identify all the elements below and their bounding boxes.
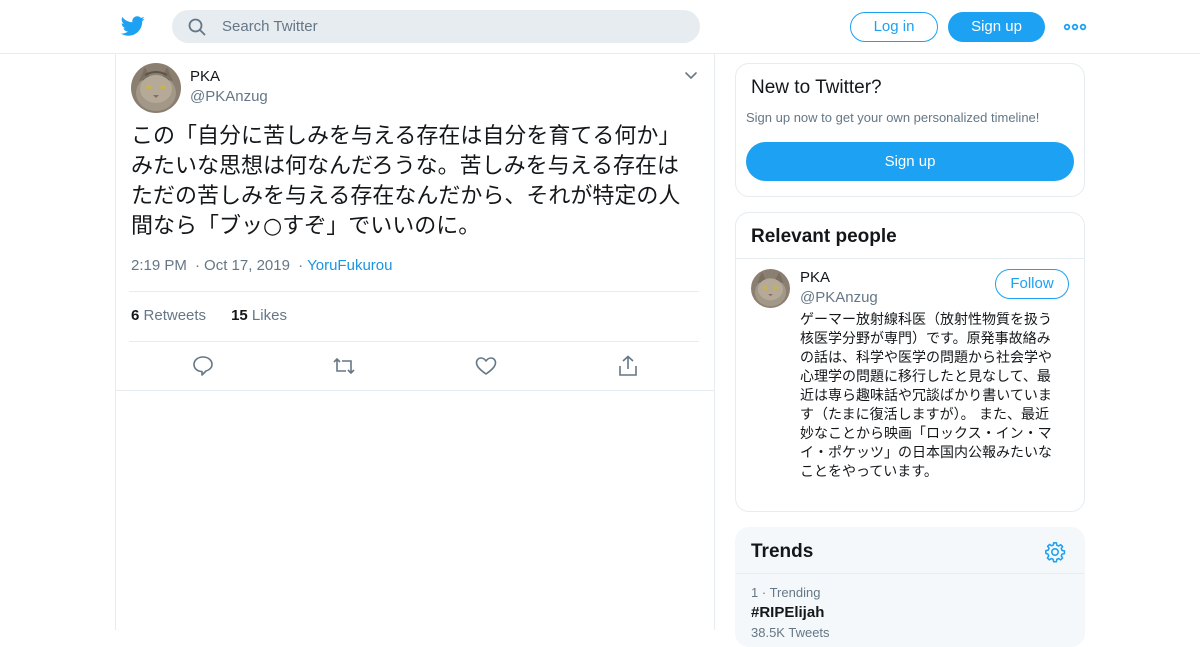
tweet-source-link[interactable]: YoruFukurou <box>307 257 392 274</box>
card-title: Relevant people <box>751 226 897 247</box>
author-handle[interactable]: @PKAnzug <box>190 88 268 105</box>
retweet-count: 6 <box>131 307 140 324</box>
person-name[interactable]: PKA <box>800 269 830 286</box>
chevron-down-icon[interactable] <box>684 68 698 82</box>
tweet-time[interactable]: 2:19 PM <box>131 257 187 274</box>
divider <box>129 341 699 342</box>
follow-button[interactable]: Follow <box>995 269 1069 299</box>
person-handle[interactable]: @PKAnzug <box>800 289 878 306</box>
retweet-stat[interactable]: 6 Retweets <box>131 307 206 324</box>
signup-button[interactable]: Sign up <box>948 12 1045 42</box>
signup-button-large[interactable]: Sign up <box>746 142 1074 181</box>
share-icon[interactable] <box>616 355 640 377</box>
like-icon[interactable] <box>474 355 498 377</box>
trend-tweet-count: 38.5K Tweets <box>751 625 830 640</box>
avatar[interactable] <box>751 269 790 308</box>
divider <box>129 291 699 292</box>
trend-meta: 1 · Trending <box>751 585 820 600</box>
more-dots-icon[interactable] <box>1063 17 1087 37</box>
like-stat[interactable]: 15 Likes <box>231 307 287 324</box>
gear-icon[interactable] <box>1044 541 1066 563</box>
divider <box>736 258 1084 259</box>
meta-separator: · <box>298 257 304 274</box>
trend-separator: · <box>761 585 767 600</box>
tweet-column: PKA @PKAnzug この「自分に苦しみを与える存在は自分を育てる何か」みた… <box>115 54 715 630</box>
retweet-icon[interactable] <box>332 355 356 377</box>
card-subtitle: Sign up now to get your own personalized… <box>746 110 1040 125</box>
login-button[interactable]: Log in <box>850 12 938 42</box>
search-input[interactable] <box>222 10 682 43</box>
tweet-metadata: 2:19 PM · Oct 17, 2019 · YoruFukurou <box>131 257 392 274</box>
like-label: Likes <box>251 307 287 324</box>
like-count: 15 <box>231 307 248 324</box>
retweet-label: Retweets <box>143 307 207 324</box>
card-title: Trends <box>751 541 814 562</box>
trend-label: Trending <box>769 585 821 600</box>
new-to-twitter-card: New to Twitter? Sign up now to get your … <box>735 63 1085 197</box>
tweet-stats: 6 Retweets 15 Likes <box>131 307 287 324</box>
person-bio: ゲーマー放射線科医（放射性物質を扱う核医学分野が専門）です。原発事故絡みの話は、… <box>800 312 1052 480</box>
search-box[interactable] <box>172 10 700 43</box>
meta-separator: · <box>195 257 201 274</box>
divider <box>116 390 714 391</box>
reply-icon[interactable] <box>191 355 215 377</box>
divider <box>736 573 1084 574</box>
trend-hashtag-link[interactable]: #RIPElijah <box>751 604 824 621</box>
trends-card: Trends 1 · Trending #RIPElijah 38.5K Twe… <box>735 527 1085 647</box>
trend-rank: 1 <box>751 585 759 600</box>
twitter-bird-icon[interactable] <box>120 14 146 38</box>
tweet-text: この「自分に苦しみを与える存在は自分を育てる何か」みたいな思想は何なんだろうな。… <box>131 124 681 239</box>
search-icon <box>188 18 206 36</box>
avatar[interactable] <box>131 63 181 113</box>
card-title: New to Twitter? <box>751 77 882 98</box>
top-nav: Log in Sign up <box>0 0 1200 54</box>
tweet-date[interactable]: Oct 17, 2019 <box>204 257 290 274</box>
relevant-people-card: Relevant people PKA @PKAnzug Follow ゲーマー… <box>735 212 1085 512</box>
author-name[interactable]: PKA <box>190 68 220 85</box>
